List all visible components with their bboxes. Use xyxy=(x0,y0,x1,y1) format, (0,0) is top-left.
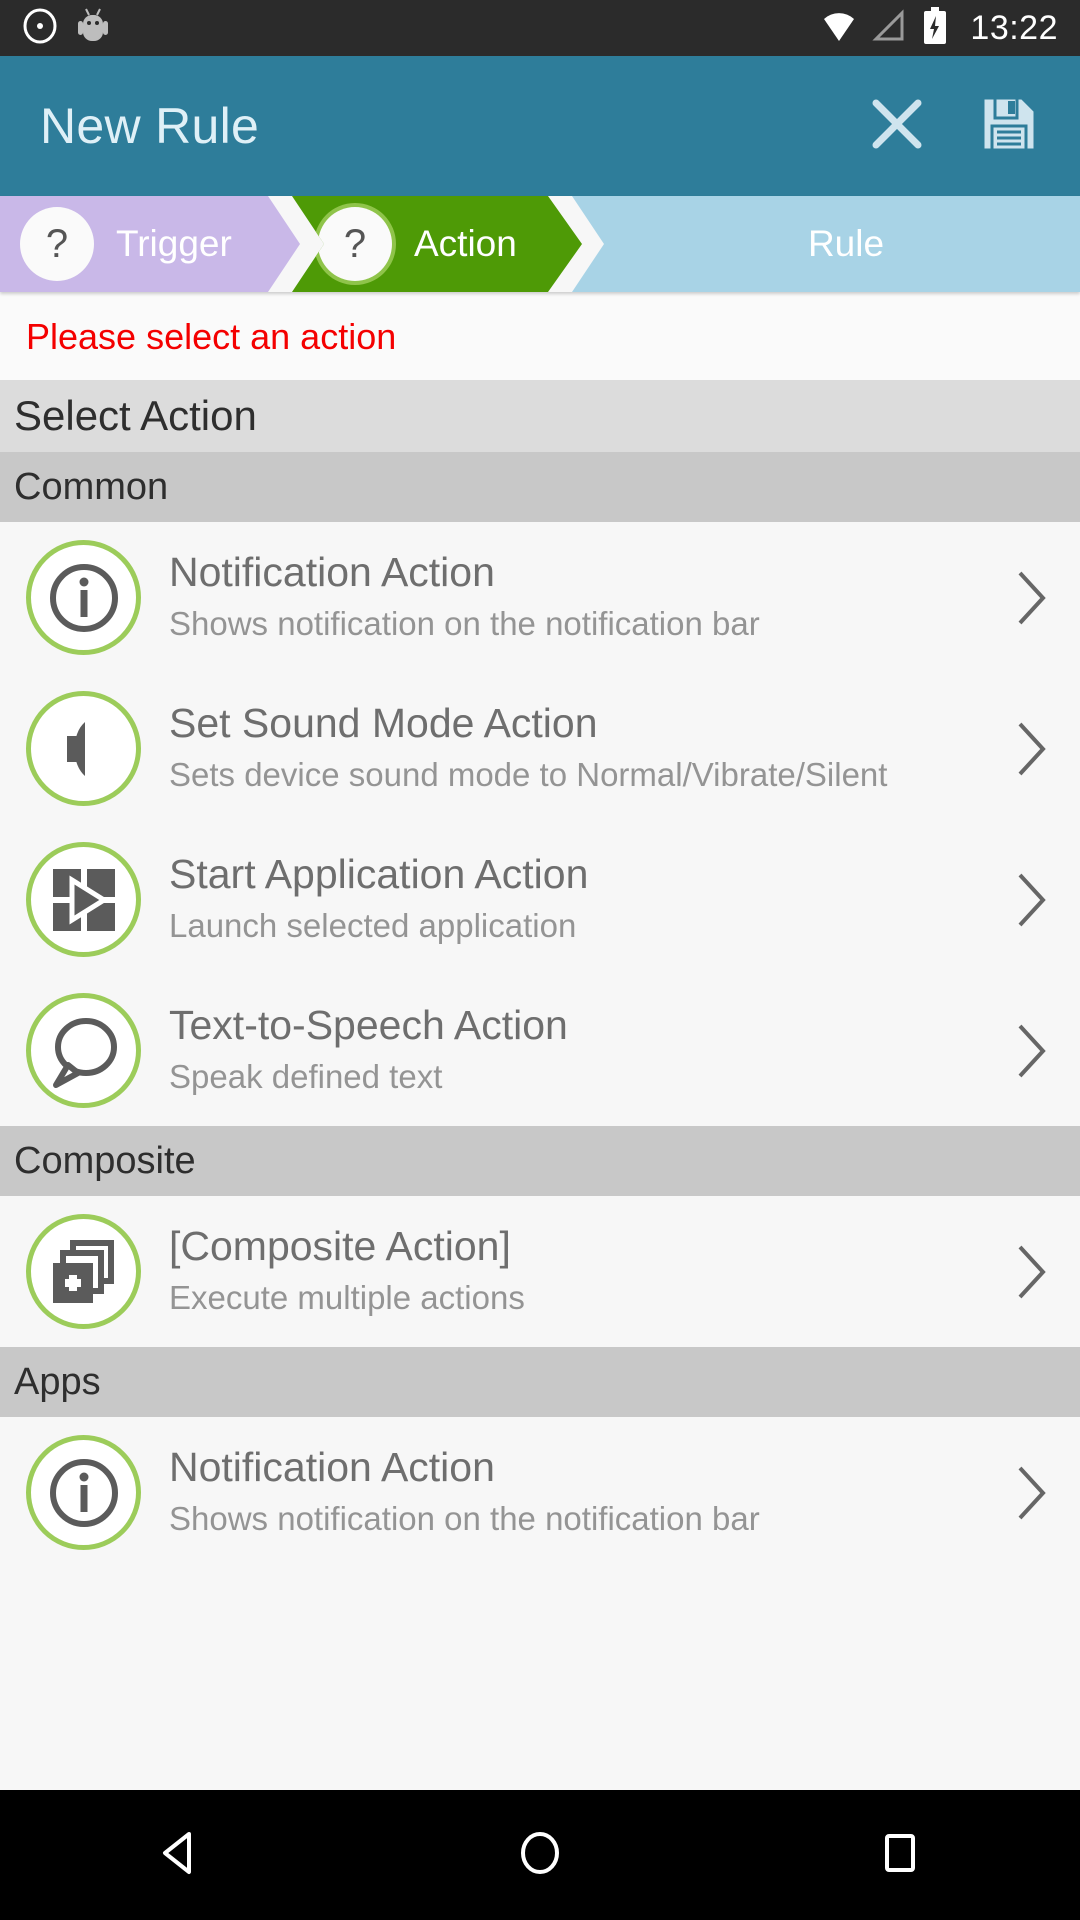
list-item[interactable]: Text-to-Speech Action Speak defined text xyxy=(0,975,1080,1126)
action-list-apps: Notification Action Shows notification o… xyxy=(0,1417,1080,1568)
list-item-text: Notification Action Shows notification o… xyxy=(169,1445,1010,1539)
list-item-subtitle: Execute multiple actions xyxy=(169,1279,525,1317)
home-icon xyxy=(513,1826,567,1885)
action-list-composite: [Composite Action] Execute multiple acti… xyxy=(0,1196,1080,1347)
home-button[interactable] xyxy=(470,1826,610,1885)
list-item-title: Set Sound Mode Action xyxy=(169,700,598,747)
list-item-text: Text-to-Speech Action Speak defined text xyxy=(169,1003,1010,1097)
stacked-plus-icon xyxy=(26,1214,141,1329)
list-item[interactable]: Notification Action Shows notification o… xyxy=(0,1417,1080,1568)
save-button[interactable] xyxy=(978,93,1040,160)
list-item-title: Start Application Action xyxy=(169,851,589,898)
chevron-right-icon xyxy=(1010,1020,1054,1082)
speaker-icon xyxy=(26,691,141,806)
breadcrumb: ? Trigger ? Action Rule xyxy=(0,196,1080,292)
recents-icon xyxy=(873,1826,927,1885)
list-item-subtitle: Sets device sound mode to Normal/Vibrate… xyxy=(169,756,888,794)
list-item[interactable]: Notification Action Shows notification o… xyxy=(0,522,1080,673)
action-step-label: Action xyxy=(414,223,517,264)
content-scroll-area[interactable]: Please select an action Select Action Co… xyxy=(0,292,1080,1886)
status-bar-left-icons xyxy=(22,7,108,50)
group-header-apps: Apps xyxy=(0,1347,1080,1417)
battery-charging-icon xyxy=(922,6,948,50)
list-item[interactable]: Set Sound Mode Action Sets device sound … xyxy=(0,673,1080,824)
select-action-header: Select Action xyxy=(0,380,1080,452)
breadcrumb-step-action[interactable]: ? Action xyxy=(292,196,582,292)
back-button[interactable] xyxy=(110,1826,250,1885)
rule-step-label: Rule xyxy=(807,223,885,264)
android-robot-icon xyxy=(78,7,108,50)
wifi-icon xyxy=(820,9,858,48)
list-item-title: [Composite Action] xyxy=(169,1223,511,1270)
status-bar: 13:22 xyxy=(0,0,1080,56)
status-bar-right-icons: 13:22 xyxy=(820,6,1058,50)
save-icon xyxy=(978,93,1040,160)
app-bar-actions xyxy=(866,93,1040,160)
chevron-right-icon xyxy=(1010,1241,1054,1303)
list-item-subtitle: Launch selected application xyxy=(169,907,577,945)
list-item-title: Notification Action xyxy=(169,1444,495,1491)
breadcrumb-step-trigger[interactable]: ? Trigger xyxy=(0,196,300,292)
trigger-step-label: Trigger xyxy=(116,223,232,264)
list-item-subtitle: Shows notification on the notification b… xyxy=(169,605,760,643)
page-title: New Rule xyxy=(40,98,260,154)
info-icon xyxy=(26,1435,141,1550)
chevron-right-icon xyxy=(1010,567,1054,629)
group-header-common: Common xyxy=(0,452,1080,522)
signal-icon xyxy=(872,8,908,48)
action-step-badge: ? xyxy=(318,207,392,281)
speech-bubble-icon xyxy=(26,993,141,1108)
start-application-icon xyxy=(26,842,141,957)
error-message: Please select an action xyxy=(26,316,397,357)
list-item-text: [Composite Action] Execute multiple acti… xyxy=(169,1224,1010,1318)
group-header-composite: Composite xyxy=(0,1126,1080,1196)
back-icon xyxy=(153,1826,207,1885)
list-item[interactable]: [Composite Action] Execute multiple acti… xyxy=(0,1196,1080,1347)
recents-button[interactable] xyxy=(830,1826,970,1885)
status-bar-clock: 13:22 xyxy=(970,8,1058,47)
list-item-title: Notification Action xyxy=(169,549,495,596)
action-list-common: Notification Action Shows notification o… xyxy=(0,522,1080,1126)
list-item-title: Text-to-Speech Action xyxy=(169,1002,568,1049)
chevron-right-icon xyxy=(1010,1462,1054,1524)
list-item-text: Set Sound Mode Action Sets device sound … xyxy=(169,701,1010,795)
list-item-subtitle: Speak defined text xyxy=(169,1058,443,1096)
app-bar: New Rule xyxy=(0,56,1080,196)
chevron-right-icon xyxy=(1010,718,1054,780)
list-item-text: Notification Action Shows notification o… xyxy=(169,550,1010,644)
chevron-right-icon xyxy=(1010,869,1054,931)
error-banner: Please select an action xyxy=(0,292,1080,380)
breadcrumb-step-rule[interactable]: Rule xyxy=(572,196,1080,292)
cyanogenmod-icon xyxy=(22,8,58,49)
close-button[interactable] xyxy=(866,93,928,160)
android-navigation-bar xyxy=(0,1790,1080,1920)
list-item[interactable]: Start Application Action Launch selected… xyxy=(0,824,1080,975)
trigger-step-badge: ? xyxy=(20,207,94,281)
list-item-text: Start Application Action Launch selected… xyxy=(169,852,1010,946)
close-icon xyxy=(866,93,928,160)
info-icon xyxy=(26,540,141,655)
list-item-subtitle: Shows notification on the notification b… xyxy=(169,1500,760,1538)
